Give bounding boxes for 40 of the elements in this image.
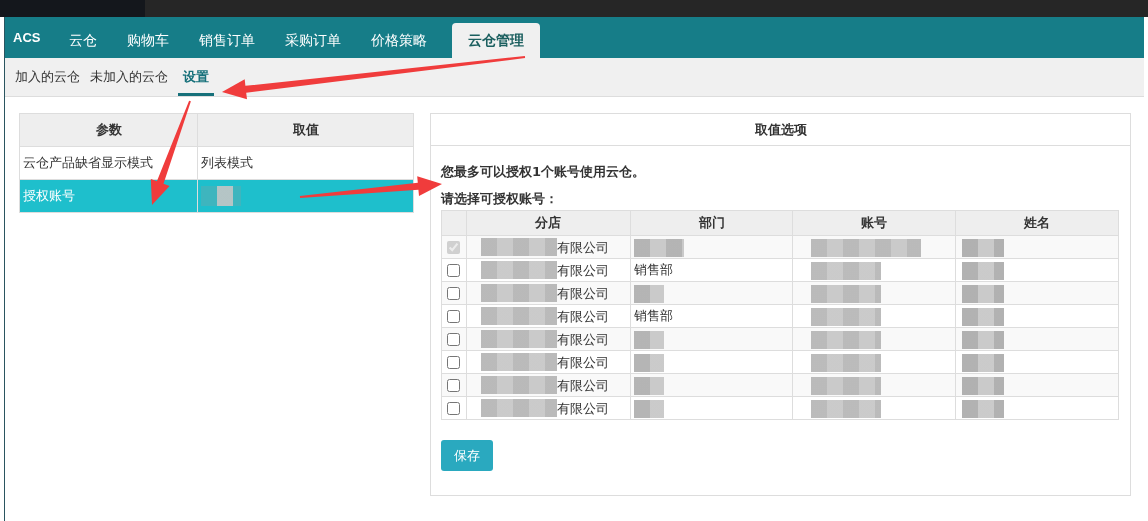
column-header: 参数 [19, 113, 198, 147]
row-checkbox[interactable] [447, 379, 461, 393]
table-cell: 销售部 [633, 262, 673, 278]
redacted-area [201, 186, 241, 207]
row-checkbox[interactable] [447, 287, 461, 301]
row-checkbox[interactable] [447, 356, 461, 370]
column-header: 账号 [792, 210, 956, 236]
save-button[interactable]: 保存 [441, 440, 493, 471]
table-cell: 有限公司 [556, 354, 609, 370]
row-checkbox[interactable] [447, 310, 461, 324]
settings-row[interactable]: 云仓产品缺省显示模式 列表模式 [19, 146, 414, 180]
table-cell: 有限公司 [556, 400, 609, 416]
nav-tab[interactable]: 采购订单 [270, 23, 357, 58]
row-checkbox[interactable] [447, 333, 461, 347]
nav-tab[interactable]: 价格策略 [356, 23, 443, 58]
table-cell: 销售部 [633, 308, 673, 324]
notice-text: 您最多可以授权1个账号使用云仓。 [441, 163, 647, 180]
sub-tab[interactable]: 设置 [178, 58, 214, 96]
row-checkbox[interactable] [447, 402, 461, 416]
column-header: 姓名 [955, 210, 1119, 236]
sub-tab[interactable]: 未加入的云仓 [90, 58, 168, 96]
table-cell: 有限公司 [556, 331, 609, 347]
nav-tab[interactable]: 云仓 [54, 23, 113, 58]
table-cell: 有限公司 [556, 285, 609, 301]
column-header: 部门 [630, 210, 793, 236]
column-header: 取值 [197, 113, 414, 147]
table-cell: 有限公司 [556, 377, 609, 393]
brand-logo: ACS [13, 28, 41, 47]
nav-tab[interactable]: 购物车 [112, 23, 185, 58]
table-cell: 有限公司 [556, 262, 609, 278]
table-cell: 有限公司 [556, 239, 609, 255]
prompt-text: 请选择可授权账号： [441, 190, 559, 207]
column-header: 分店 [466, 210, 631, 236]
nav-tab[interactable]: 销售订单 [184, 23, 271, 58]
table-cell: 列表模式 [201, 155, 253, 171]
nav-tab[interactable]: 云仓管理 [452, 23, 541, 58]
row-checkbox[interactable] [447, 264, 461, 278]
panel-title: 取值选项 [431, 114, 1130, 146]
sub-tab[interactable]: 加入的云仓 [15, 58, 80, 96]
table-cell: 有限公司 [556, 308, 609, 324]
